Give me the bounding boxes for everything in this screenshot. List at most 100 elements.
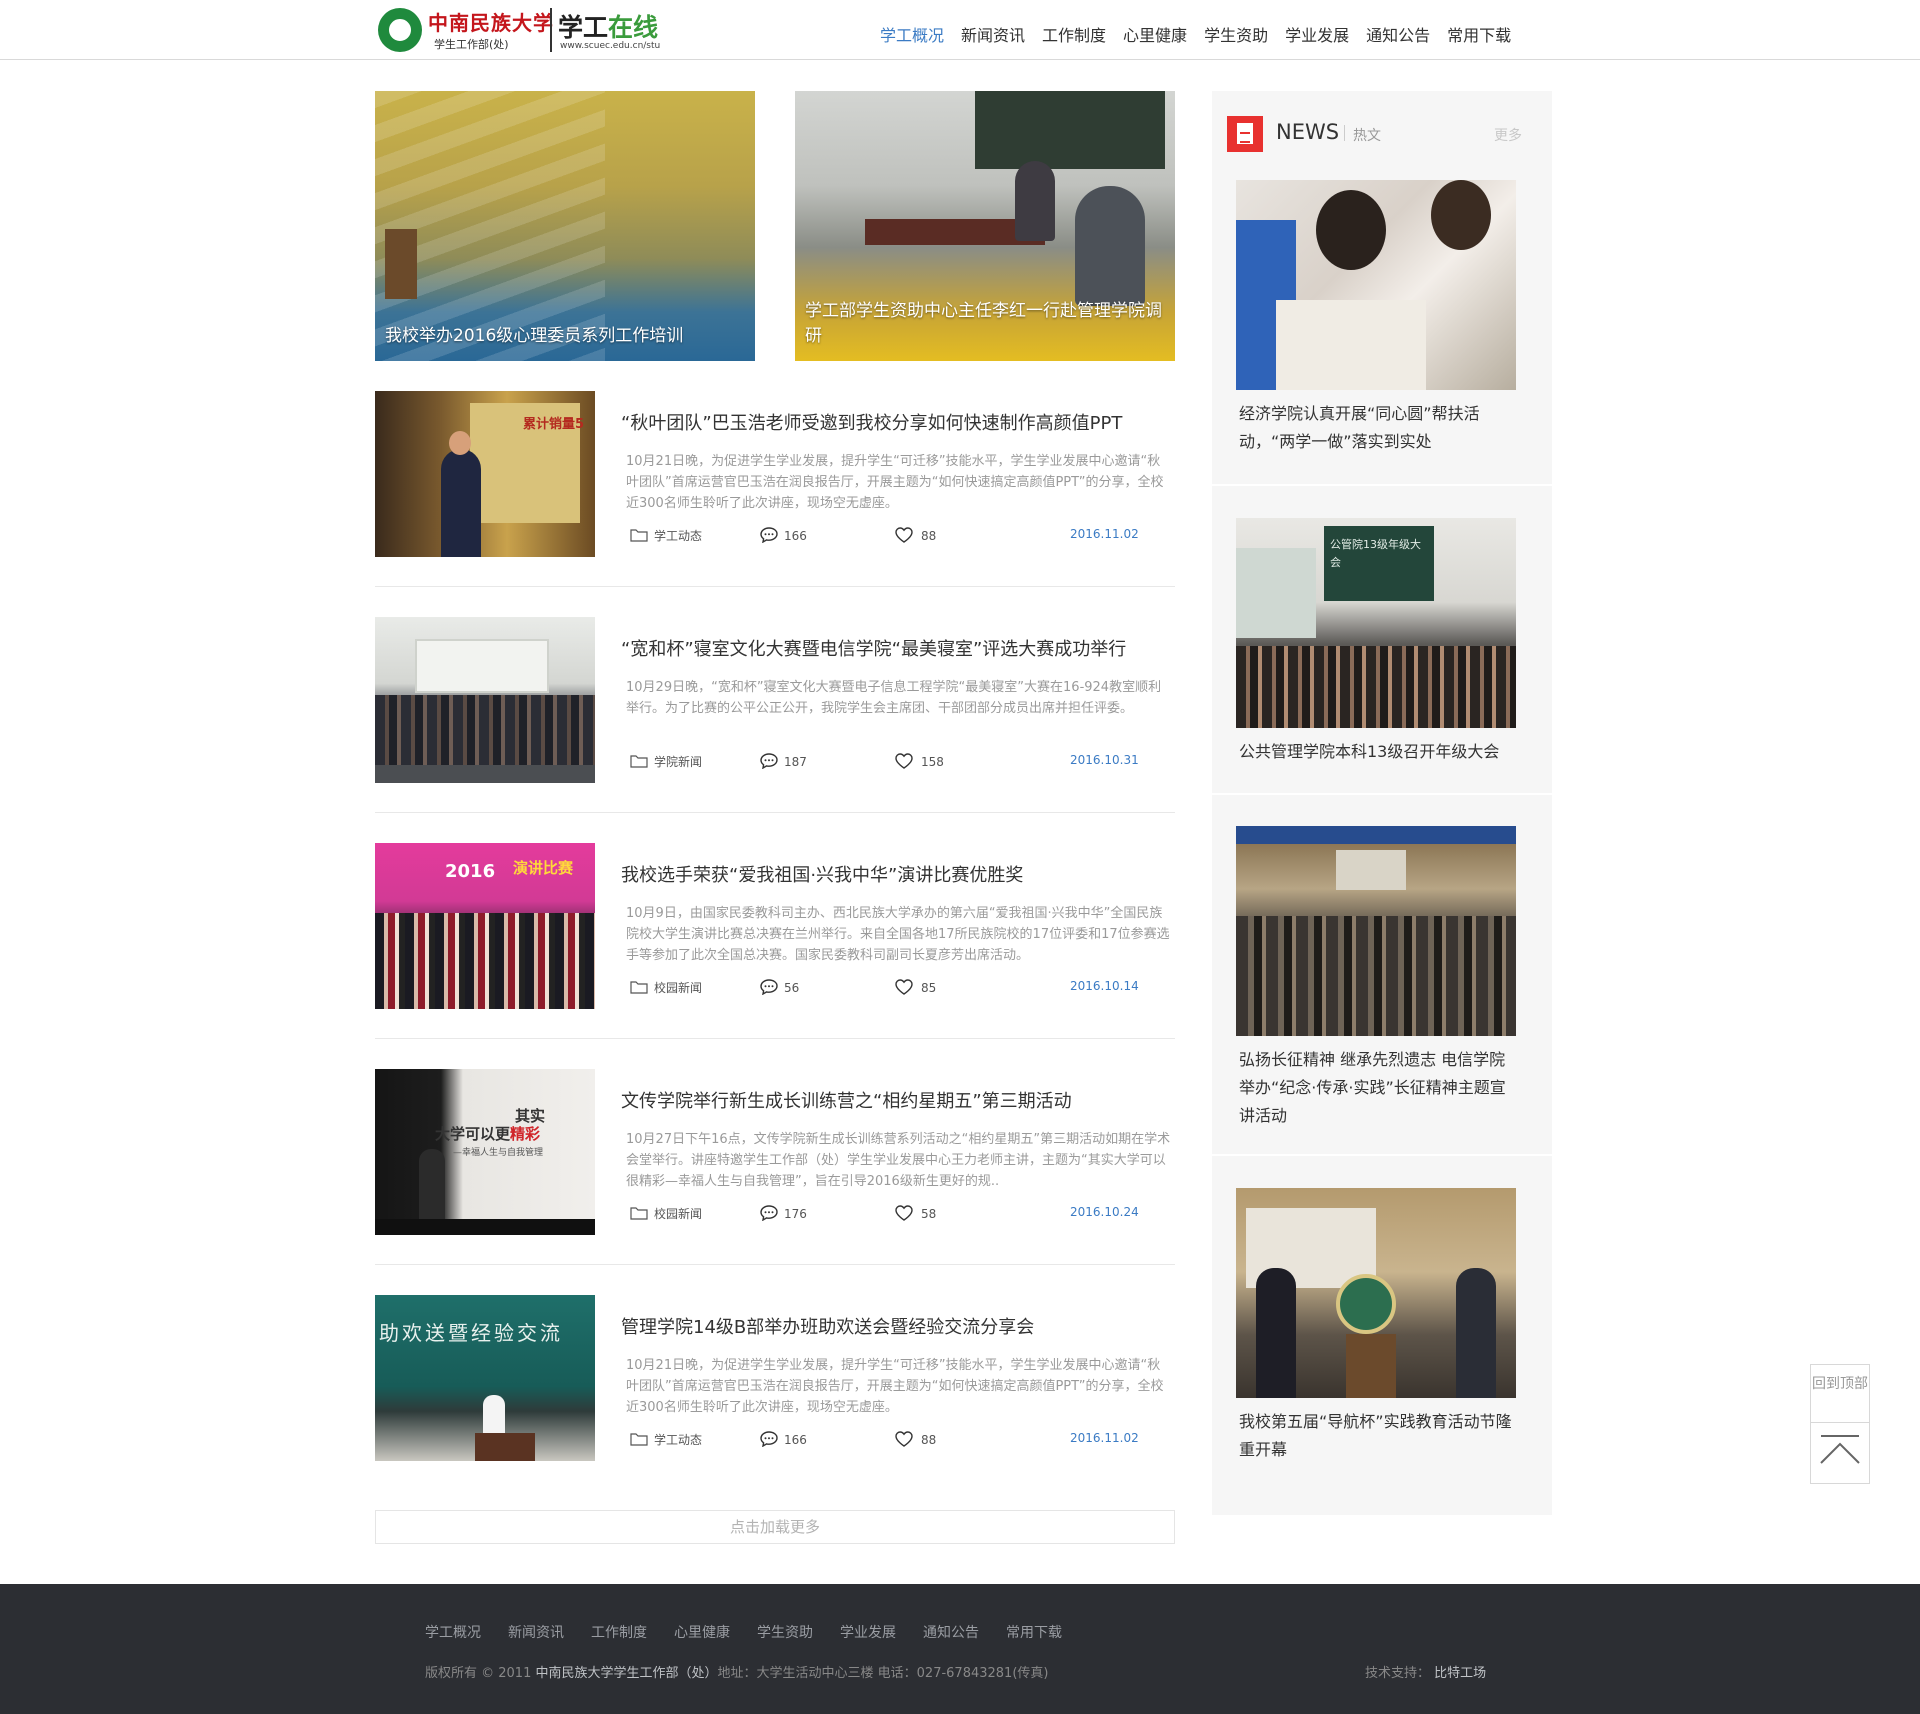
article-date: 2016.11.02 xyxy=(1070,1431,1139,1445)
article-title[interactable]: 文传学院举行新生成长训练营之“相约星期五”第三期活动 xyxy=(621,1087,1072,1113)
heart-icon xyxy=(895,753,913,769)
document-icon xyxy=(1227,116,1263,152)
category-tag[interactable]: 学工动态 xyxy=(630,1431,702,1448)
article-summary: 10月21日晚，为促进学生学业发展，提升学生“可迁移”技能水平，学生学业发展中心… xyxy=(626,454,1164,511)
sidebar-news-text: 经济学院认真开展“同心圆”帮扶活动，“两学一做”落实到实处 xyxy=(1239,404,1480,451)
article-thumbnail: 2016 演讲比赛 xyxy=(375,843,595,1009)
footer-link-notices[interactable]: 通知公告 xyxy=(923,1622,979,1642)
article-meta: 校园新闻 176 58 2016.10.24 xyxy=(630,1205,1150,1225)
footer-link-financial-aid[interactable]: 学生资助 xyxy=(757,1622,813,1642)
article-date: 2016.11.02 xyxy=(1070,527,1139,541)
folder-icon xyxy=(630,1207,648,1220)
folder-icon xyxy=(630,755,648,768)
article-item[interactable]: 其实 大学可以更精彩 —幸福人生与自我管理 文传学院举行新生成长训练营之“相约星… xyxy=(375,1069,1175,1235)
footer-nav: 学工概况 新闻资讯 工作制度 心里健康 学生资助 学业发展 通知公告 常用下载 xyxy=(425,1622,1089,1642)
like-count[interactable]: 85 xyxy=(895,979,936,995)
article-thumbnail xyxy=(375,617,595,783)
divider xyxy=(375,586,1175,587)
site-footer: 学工概况 新闻资讯 工作制度 心里健康 学生资助 学业发展 通知公告 常用下载 … xyxy=(0,1584,1920,1714)
category-tag[interactable]: 校园新闻 xyxy=(630,1205,702,1222)
article-item[interactable]: 2016 演讲比赛 我校选手荣获“爱我祖国·兴我中华”演讲比赛优胜奖 10月9日… xyxy=(375,843,1175,1009)
sidebar-news-item[interactable]: 弘扬长征精神 继承先烈遗志 电信学院举办“纪念·传承·实践”长征精神主题宣讲活动 xyxy=(1236,826,1516,1130)
chevron-up-icon xyxy=(1811,1423,1869,1483)
nav-item-mental-health[interactable]: 心里健康 xyxy=(1123,22,1187,46)
banner-text: 演讲比赛 xyxy=(513,859,574,877)
folder-icon xyxy=(630,981,648,994)
article-item[interactable]: 助欢送暨经验交流 管理学院14级B部举办班助欢送会暨经验交流分享会 10月21日… xyxy=(375,1295,1175,1461)
article-title[interactable]: 管理学院14级B部举办班助欢送会暨经验交流分享会 xyxy=(621,1313,1034,1339)
article-title[interactable]: “宽和杯”寝室文化大赛暨电信学院“最美寝室”评选大赛成功举行 xyxy=(621,635,1126,661)
article-thumbnail: 其实 大学可以更精彩 —幸福人生与自我管理 xyxy=(375,1069,595,1235)
like-count[interactable]: 158 xyxy=(895,753,944,769)
footer-link-downloads[interactable]: 常用下载 xyxy=(1006,1622,1062,1642)
article-meta: 学院新闻 187 158 2016.10.31 xyxy=(630,753,1150,773)
nav-item-rules[interactable]: 工作制度 xyxy=(1042,22,1106,46)
article-summary: 10月9日，由国家民委教科司主办、西北民族大学承办的第六届“爱我祖国·兴我中华”… xyxy=(626,906,1170,963)
featured-caption: 学工部学生资助中心主任李红一行赴管理学院调研 xyxy=(805,301,1162,346)
logo-url: www.scuec.edu.cn/stu xyxy=(560,41,661,51)
article-date: 2016.10.14 xyxy=(1070,979,1139,993)
nav-item-overview[interactable]: 学工概况 xyxy=(880,22,944,46)
article-date: 2016.10.31 xyxy=(1070,753,1139,767)
load-more-button[interactable]: 点击加载更多 xyxy=(375,1510,1175,1544)
heart-icon xyxy=(895,979,913,995)
nav-item-academic[interactable]: 学业发展 xyxy=(1285,22,1349,46)
comment-count[interactable]: 166 xyxy=(760,527,807,544)
footer-link-academic[interactable]: 学业发展 xyxy=(840,1622,896,1642)
footer-link-mental-health[interactable]: 心里健康 xyxy=(674,1622,730,1642)
comment-count[interactable]: 187 xyxy=(760,753,807,770)
article-title[interactable]: “秋叶团队”巴玉浩老师受邀到我校分享如何快速制作高颜值PPT xyxy=(621,409,1122,435)
heart-icon xyxy=(895,1205,913,1221)
like-count[interactable]: 88 xyxy=(895,527,936,543)
article-meta: 校园新闻 56 85 2016.10.14 xyxy=(630,979,1150,999)
sidebar-news-photo xyxy=(1236,826,1516,1036)
like-count[interactable]: 88 xyxy=(895,1431,936,1447)
sidebar-news-item[interactable]: 经济学院认真开展“同心圆”帮扶活动，“两学一做”落实到实处 xyxy=(1236,180,1516,456)
comment-count[interactable]: 166 xyxy=(760,1431,807,1448)
main-nav: 学工概况 新闻资讯 工作制度 心里健康 学生资助 学业发展 通知公告 常用下载 xyxy=(880,22,1528,46)
comment-count[interactable]: 56 xyxy=(760,979,799,996)
folder-icon xyxy=(630,529,648,542)
category-tag[interactable]: 学工动态 xyxy=(630,527,702,544)
blackboard-shape xyxy=(975,91,1165,169)
comment-icon xyxy=(760,527,778,544)
divider xyxy=(1204,793,1560,795)
sidebar-news-text: 我校第五届“导航杯”实践教育活动节隆重开幕 xyxy=(1239,1412,1512,1459)
article-thumbnail: 助欢送暨经验交流 xyxy=(375,1295,595,1461)
sidebar-news-item[interactable]: 我校第五届“导航杯”实践教育活动节隆重开幕 xyxy=(1236,1188,1516,1464)
sidebar-title-divider xyxy=(1344,125,1345,141)
footer-link-news[interactable]: 新闻资讯 xyxy=(508,1622,564,1642)
footer-tech-support: 技术支持： 比特工场 xyxy=(1365,1666,1487,1681)
sidebar-news-item[interactable]: 公管院13级年级大会 公共管理学院本科13级召开年级大会 xyxy=(1236,518,1516,766)
sidebar-news-text: 弘扬长征精神 继承先烈遗志 电信学院举办“纪念·传承·实践”长征精神主题宣讲活动 xyxy=(1239,1050,1506,1125)
article-title[interactable]: 我校选手荣获“爱我祖国·兴我中华”演讲比赛优胜奖 xyxy=(621,861,1023,887)
nav-item-notices[interactable]: 通知公告 xyxy=(1366,22,1430,46)
divider xyxy=(375,1264,1175,1265)
featured-card-2[interactable]: 学工部学生资助中心主任李红一行赴管理学院调研 xyxy=(795,91,1175,361)
person-shape xyxy=(1015,161,1055,241)
featured-card-1[interactable]: 我校举办2016级心理委员系列工作培训 xyxy=(375,91,755,361)
sidebar-title: NEWS xyxy=(1276,120,1340,144)
article-item[interactable]: “宽和杯”寝室文化大赛暨电信学院“最美寝室”评选大赛成功举行 10月29日晚，“… xyxy=(375,617,1175,783)
comment-count[interactable]: 176 xyxy=(760,1205,807,1222)
article-item[interactable]: 累计销量5 “秋叶团队”巴玉浩老师受邀到我校分享如何快速制作高颜值PPT 10月… xyxy=(375,391,1175,557)
category-tag[interactable]: 学院新闻 xyxy=(630,753,702,770)
heart-icon xyxy=(895,1431,913,1447)
nav-item-financial-aid[interactable]: 学生资助 xyxy=(1204,22,1268,46)
tech-support-link[interactable]: 比特工场 xyxy=(1434,1666,1486,1681)
category-tag[interactable]: 校园新闻 xyxy=(630,979,702,996)
logo-department: 学生工作部(处) xyxy=(434,38,509,51)
back-to-top-button[interactable]: 回到顶部 xyxy=(1810,1364,1870,1484)
nav-item-downloads[interactable]: 常用下载 xyxy=(1447,22,1511,46)
article-summary: 10月29日晚，“宽和杯”寝室文化大赛暨电子信息工程学院“最美寝室”大赛在16-… xyxy=(626,680,1162,716)
sidebar-more-link[interactable]: 更多 xyxy=(1494,125,1522,145)
nav-item-news[interactable]: 新闻资讯 xyxy=(961,22,1025,46)
hot-news-sidebar: NEWS 热文 更多 经济学院认真开展“同心圆”帮扶活动，“两学一做”落实到实处… xyxy=(1204,91,1560,1515)
like-count[interactable]: 58 xyxy=(895,1205,936,1221)
sidebar-news-text: 公共管理学院本科13级召开年级大会 xyxy=(1239,742,1500,761)
logo-school-name: 中南民族大学 xyxy=(428,11,554,35)
sidebar-news-photo xyxy=(1236,1188,1516,1398)
footer-link-overview[interactable]: 学工概况 xyxy=(425,1622,481,1642)
footer-link-rules[interactable]: 工作制度 xyxy=(591,1622,647,1642)
article-summary: 10月27日下午16点，文传学院新生成长训练营系列活动之“相约星期五”第三期活动… xyxy=(626,1132,1171,1189)
